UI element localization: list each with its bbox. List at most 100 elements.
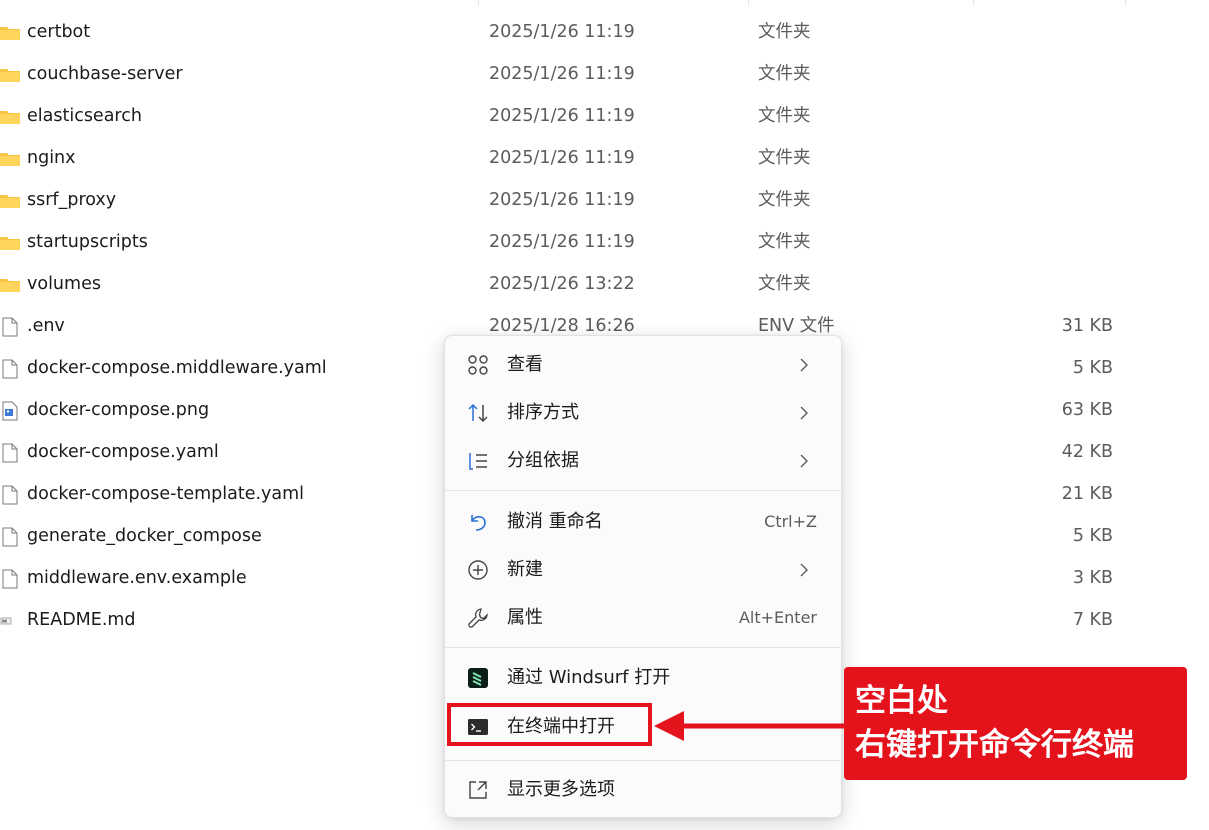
file-date: 2025/1/26 11:19 <box>489 22 635 42</box>
file-row[interactable]: nginx 2025/1/26 11:19 文件夹 <box>0 137 1209 179</box>
file-icon <box>0 359 20 379</box>
column-separator <box>973 0 974 6</box>
file-name: middleware.env.example <box>27 568 247 588</box>
undo-icon <box>467 511 489 533</box>
menu-item-label: 新建 <box>507 559 543 580</box>
file-type: 文件夹 <box>758 190 811 210</box>
menu-divider <box>445 647 841 648</box>
group-list-icon <box>467 450 489 472</box>
file-name: generate_docker_compose <box>27 526 262 546</box>
add-circle-icon <box>467 559 489 581</box>
chevron-right-icon <box>799 562 809 578</box>
file-type: 文件夹 <box>758 64 811 84</box>
folder-icon <box>0 191 20 211</box>
file-row[interactable]: couchbase-server 2025/1/26 11:19 文件夹 <box>0 53 1209 95</box>
menu-item-open-with-windsurf[interactable]: 通过 Windsurf 打开 <box>451 656 835 700</box>
file-explorer-screen: certbot 2025/1/26 11:19 文件夹 couchbase-serve… <box>0 0 1209 830</box>
file-date: 2025/1/26 11:19 <box>489 106 635 126</box>
file-name: .env <box>27 316 65 336</box>
file-name: startupscripts <box>27 232 148 252</box>
file-name: couchbase-server <box>27 64 183 84</box>
menu-item-label: 撤消 重命名 <box>507 511 603 532</box>
menu-item-label: 属性 <box>507 607 543 628</box>
file-date: 2025/1/26 11:19 <box>489 64 635 84</box>
file-icon <box>0 527 20 547</box>
file-row[interactable]: certbot 2025/1/26 11:19 文件夹 <box>0 11 1209 53</box>
file-name: docker-compose.middleware.yaml <box>27 358 327 378</box>
file-type: 文件夹 <box>758 148 811 168</box>
image-file-icon <box>0 401 20 421</box>
menu-item-label: 查看 <box>507 354 543 375</box>
file-name: ssrf_proxy <box>27 190 117 210</box>
file-name: docker-compose-template.yaml <box>27 484 305 504</box>
file-type: 文件夹 <box>758 106 811 126</box>
menu-item-label: 通过 Windsurf 打开 <box>507 667 671 688</box>
markdown-file-icon <box>0 611 20 631</box>
wrench-icon <box>467 607 489 629</box>
annotation-callout: 空白处 右键打开命令行终端 <box>844 667 1187 780</box>
view-grid-icon <box>467 354 489 376</box>
chevron-right-icon <box>799 357 809 373</box>
file-icon <box>0 443 20 463</box>
file-type: 文件夹 <box>758 22 811 42</box>
file-row[interactable]: volumes 2025/1/26 13:22 文件夹 <box>0 263 1209 305</box>
sort-arrows-icon <box>467 402 489 424</box>
menu-item-new[interactable]: 新建 <box>451 548 835 592</box>
file-date: 2025/1/26 11:19 <box>489 190 635 210</box>
windsurf-icon <box>467 667 489 689</box>
file-date: 2025/1/26 11:19 <box>489 148 635 168</box>
menu-item-properties[interactable]: 属性 Alt+Enter <box>451 596 835 640</box>
menu-item-label: 排序方式 <box>507 402 579 423</box>
file-row[interactable]: ssrf_proxy 2025/1/26 11:19 文件夹 <box>0 179 1209 221</box>
callout-line-2: 右键打开命令行终端 <box>855 727 1134 763</box>
file-type: 文件夹 <box>758 232 811 252</box>
file-date: 2025/1/26 11:19 <box>489 232 635 252</box>
file-icon <box>0 569 20 589</box>
column-separator <box>478 0 479 6</box>
file-name: docker-compose.yaml <box>27 442 219 462</box>
chevron-right-icon <box>799 453 809 469</box>
folder-icon <box>0 149 20 169</box>
menu-item-shortcut: Ctrl+Z <box>764 512 817 531</box>
column-separator <box>748 0 749 6</box>
file-size: 63 KB <box>1061 400 1113 420</box>
menu-divider <box>445 490 841 491</box>
file-icon <box>0 317 20 337</box>
menu-item-label: 显示更多选项 <box>507 779 615 800</box>
pointer-arrow-icon <box>654 711 848 741</box>
menu-item-shortcut: Alt+Enter <box>738 608 817 627</box>
chevron-right-icon <box>799 405 809 421</box>
file-date: 2025/1/26 13:22 <box>489 274 635 294</box>
folder-icon <box>0 23 20 43</box>
menu-item-label: 分组依据 <box>507 450 579 471</box>
more-options-icon <box>467 779 489 801</box>
file-size: 3 KB <box>1072 568 1113 588</box>
folder-icon <box>0 65 20 85</box>
folder-icon <box>0 233 20 253</box>
callout-line-1: 空白处 <box>855 683 948 719</box>
file-name: docker-compose.png <box>27 400 210 420</box>
file-row[interactable]: startupscripts 2025/1/26 11:19 文件夹 <box>0 221 1209 263</box>
file-size: 7 KB <box>1072 610 1113 630</box>
open-in-terminal-highlight <box>447 703 652 746</box>
menu-item-undo-rename[interactable]: 撤消 重命名 Ctrl+Z <box>451 500 835 544</box>
menu-item-show-more-options[interactable]: 显示更多选项 <box>451 768 835 812</box>
file-name: nginx <box>27 148 76 168</box>
menu-item-sort-by[interactable]: 排序方式 <box>451 391 835 435</box>
file-size: 31 KB <box>1061 316 1113 336</box>
file-icon <box>0 485 20 505</box>
file-size: 42 KB <box>1061 442 1113 462</box>
file-name: volumes <box>27 274 101 294</box>
file-name: certbot <box>27 22 91 42</box>
file-type: 文件夹 <box>758 274 811 294</box>
menu-item-view[interactable]: 查看 <box>451 343 835 387</box>
file-name: README.md <box>27 610 136 630</box>
menu-item-group-by[interactable]: 分组依据 <box>451 439 835 483</box>
file-size: 5 KB <box>1072 526 1113 546</box>
folder-icon <box>0 107 20 127</box>
menu-divider <box>445 760 841 761</box>
file-row[interactable]: elasticsearch 2025/1/26 11:19 文件夹 <box>0 95 1209 137</box>
file-size: 5 KB <box>1072 358 1113 378</box>
file-size: 21 KB <box>1061 484 1113 504</box>
folder-icon <box>0 275 20 295</box>
